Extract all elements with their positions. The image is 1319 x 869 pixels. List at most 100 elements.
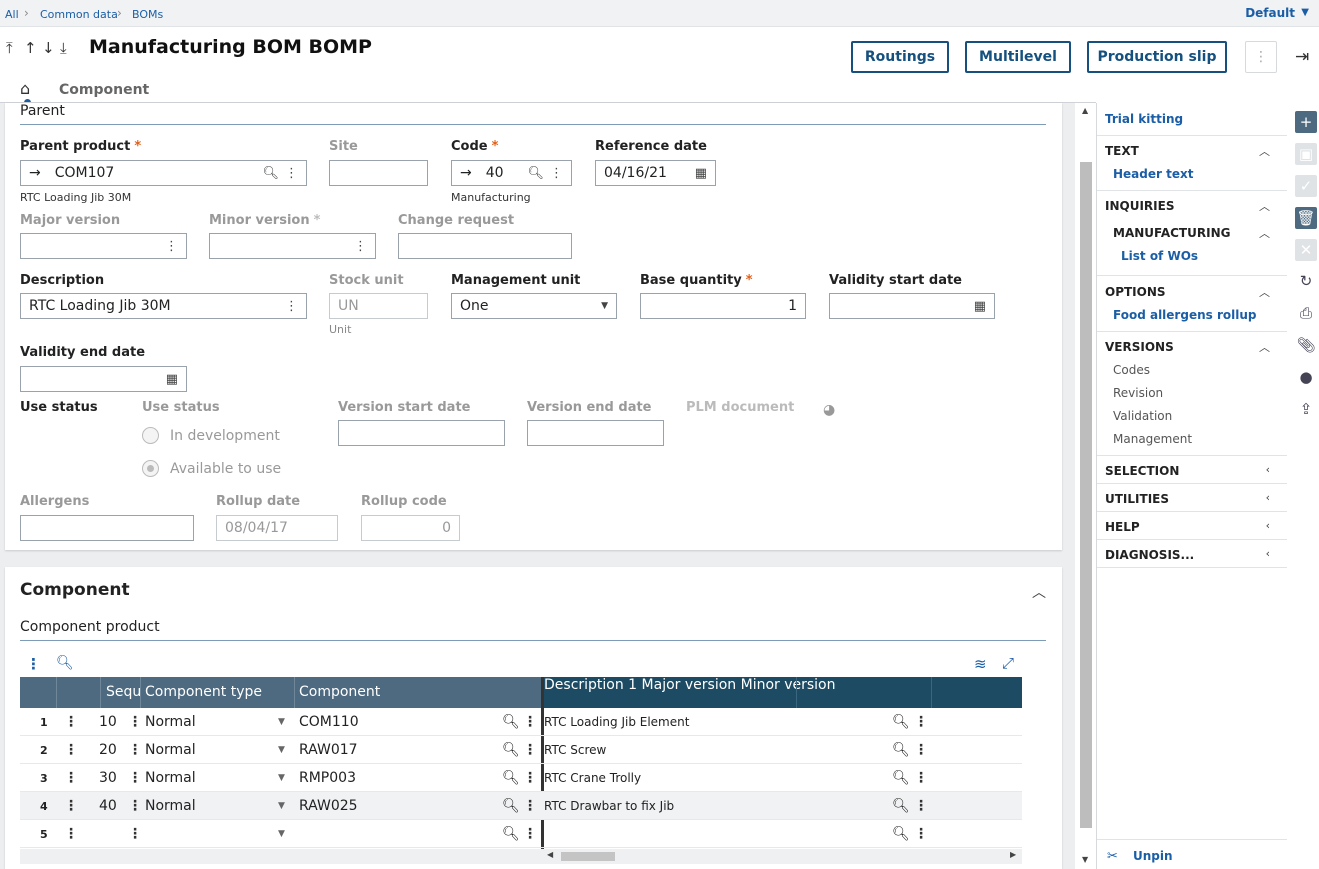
chevron-down-icon[interactable]: ▼ — [278, 717, 285, 727]
more-icon[interactable]: ⋮ — [128, 826, 142, 842]
search-icon[interactable]: 🔍︎ — [892, 798, 910, 814]
chevron-up-icon[interactable]: ︿ — [1259, 284, 1270, 300]
table-row[interactable]: 3 ⋮ 30 ⋮ Normal ▼ RMP003 🔍︎ ⋮ RTC Crane … — [20, 764, 1022, 792]
row-menu-icon[interactable]: ⋮ — [64, 714, 78, 730]
column-minor-version[interactable]: Minor version — [741, 677, 836, 693]
comment-icon[interactable]: ● — [1295, 366, 1317, 388]
scrollbar-thumb[interactable] — [561, 852, 615, 861]
chevron-down-icon[interactable]: ▼ — [278, 829, 285, 839]
search-icon[interactable]: 🔍︎ — [892, 826, 910, 842]
search-icon[interactable]: 🔍︎ — [502, 770, 520, 786]
production-slip-button[interactable]: Production slip — [1087, 41, 1227, 73]
breadcrumb-boms[interactable]: BOMs — [132, 8, 163, 21]
arrow-right-icon[interactable]: → — [29, 165, 41, 181]
more-icon[interactable]: ⋮ — [523, 826, 537, 842]
layers-icon[interactable]: ≋ — [974, 655, 987, 673]
delete-icon[interactable]: 🗑︎ — [1295, 207, 1317, 229]
calendar-icon[interactable]: ▦ — [166, 372, 178, 387]
home-icon[interactable]: ⌂ — [20, 79, 30, 98]
more-icon[interactable]: ⋮ — [523, 742, 537, 758]
breadcrumb-common-data[interactable]: Common data — [40, 8, 118, 21]
sidebar-revision[interactable]: Revision — [1113, 386, 1163, 400]
table-row[interactable]: 4 ⋮ 40 ⋮ Normal ▼ RAW025 🔍︎ ⋮ RTC Drawba… — [20, 792, 1022, 820]
chevron-down-icon[interactable]: ▼ — [278, 773, 285, 783]
search-icon[interactable]: 🔍︎ — [892, 770, 910, 786]
sidebar-header-text[interactable]: Header text — [1113, 167, 1193, 181]
more-icon[interactable]: ⋮ — [523, 770, 537, 786]
chevron-left-icon[interactable]: ‹ — [1266, 547, 1270, 560]
exit-icon[interactable]: ⇥ — [1295, 47, 1309, 67]
sidebar-management[interactable]: Management — [1113, 432, 1192, 446]
scroll-right-icon[interactable]: ▶ — [1010, 850, 1016, 859]
more-icon[interactable]: ⋮ — [165, 239, 178, 254]
unpin-icon[interactable]: ✂ — [1107, 849, 1118, 864]
breadcrumb-all[interactable]: All — [5, 8, 19, 21]
chevron-down-icon[interactable]: ▼ — [278, 745, 285, 755]
sidebar-help[interactable]: HELP — [1105, 520, 1140, 534]
column-description[interactable]: Description 1 — [544, 677, 637, 693]
attachment-icon[interactable]: 📎︎ — [1295, 334, 1317, 356]
more-icon[interactable]: ⋮ — [914, 826, 928, 842]
scroll-down-icon[interactable]: ▼ — [1082, 855, 1088, 864]
row-menu-icon[interactable]: ⋮ — [64, 742, 78, 758]
grid-search-icon[interactable]: 🔍︎ — [56, 655, 74, 671]
search-icon[interactable]: 🔍︎ — [892, 714, 910, 730]
description-field[interactable]: RTC Loading Jib 30M ⋮ — [20, 293, 307, 319]
row-menu-icon[interactable]: ⋮ — [64, 826, 78, 842]
sidebar-unpin[interactable]: Unpin — [1133, 849, 1173, 863]
calendar-icon[interactable]: ▦ — [974, 299, 986, 314]
table-row[interactable]: 5 ⋮ ⋮ ▼ 🔍︎ ⋮ 🔍︎ ⋮ — [20, 820, 1022, 848]
more-icon[interactable]: ⋮ — [285, 166, 298, 181]
validity-start-field[interactable]: ▦ — [829, 293, 995, 319]
scroll-up-icon[interactable]: ▲ — [1082, 106, 1088, 115]
more-icon[interactable]: ⋮ — [128, 798, 142, 814]
first-record-icon[interactable]: ⤒ — [6, 39, 13, 57]
chevron-left-icon[interactable]: ‹ — [1266, 463, 1270, 476]
chevron-up-icon[interactable]: ︿ — [1259, 143, 1270, 159]
column-major-version[interactable]: Major version — [642, 677, 737, 693]
allergens-field[interactable] — [20, 515, 194, 541]
more-actions-button[interactable]: ⋮ — [1245, 41, 1277, 73]
more-icon[interactable]: ⋮ — [523, 714, 537, 730]
table-row[interactable]: 2 ⋮ 20 ⋮ Normal ▼ RAW017 🔍︎ ⋮ RTC Screw … — [20, 736, 1022, 764]
sidebar-diagnosis[interactable]: DIAGNOSIS... — [1105, 548, 1194, 562]
site-field[interactable] — [329, 160, 428, 186]
search-icon[interactable]: 🔍︎ — [892, 742, 910, 758]
plm-document-icon[interactable]: ◕ — [823, 402, 835, 418]
more-icon[interactable]: ⋮ — [523, 798, 537, 814]
previous-record-icon[interactable]: ↑ — [24, 39, 37, 57]
more-icon[interactable]: ⋮ — [914, 770, 928, 786]
arrow-right-icon[interactable]: → — [460, 165, 472, 181]
search-icon[interactable]: 🔍︎ — [262, 166, 279, 181]
search-icon[interactable]: 🔍︎ — [502, 826, 520, 842]
chevron-down-icon[interactable]: ▼ — [278, 801, 285, 811]
sidebar-utilities[interactable]: UTILITIES — [1105, 492, 1169, 506]
chevron-up-icon[interactable]: ︿ — [1259, 198, 1270, 214]
sidebar-validation[interactable]: Validation — [1113, 409, 1172, 423]
more-icon[interactable]: ⋮ — [354, 239, 367, 254]
sidebar-codes[interactable]: Codes — [1113, 363, 1150, 377]
more-icon[interactable]: ⋮ — [128, 714, 142, 730]
multilevel-button[interactable]: Multilevel — [965, 41, 1071, 73]
more-icon[interactable]: ⋮ — [285, 299, 298, 314]
more-icon[interactable]: ⋮ — [128, 770, 142, 786]
row-menu-icon[interactable]: ⋮ — [64, 798, 78, 814]
sidebar-selection[interactable]: SELECTION — [1105, 464, 1179, 478]
sidebar-trial-kitting[interactable]: Trial kitting — [1105, 112, 1183, 126]
column-component-type[interactable]: Component type — [145, 684, 262, 700]
last-record-icon[interactable]: ⤓ — [60, 39, 67, 57]
sidebar-versions[interactable]: VERSIONS — [1105, 340, 1174, 354]
major-version-field[interactable]: ⋮ — [20, 233, 187, 259]
validity-end-field[interactable]: ▦ — [20, 366, 187, 392]
row-menu-icon[interactable]: ⋮ — [64, 770, 78, 786]
sidebar-text[interactable]: TEXT — [1105, 144, 1139, 158]
parent-product-field[interactable]: → COM107 🔍︎ ⋮ — [20, 160, 307, 186]
sidebar-options[interactable]: OPTIONS — [1105, 285, 1166, 299]
base-quantity-field[interactable]: 1 — [640, 293, 806, 319]
more-icon[interactable]: ⋮ — [128, 742, 142, 758]
more-icon[interactable]: ⋮ — [550, 166, 563, 181]
chevron-left-icon[interactable]: ‹ — [1266, 491, 1270, 504]
search-icon[interactable]: 🔍︎ — [502, 798, 520, 814]
sidebar-food-allergens-rollup[interactable]: Food allergens rollup — [1113, 308, 1256, 322]
refresh-icon[interactable]: ↻ — [1295, 270, 1317, 292]
